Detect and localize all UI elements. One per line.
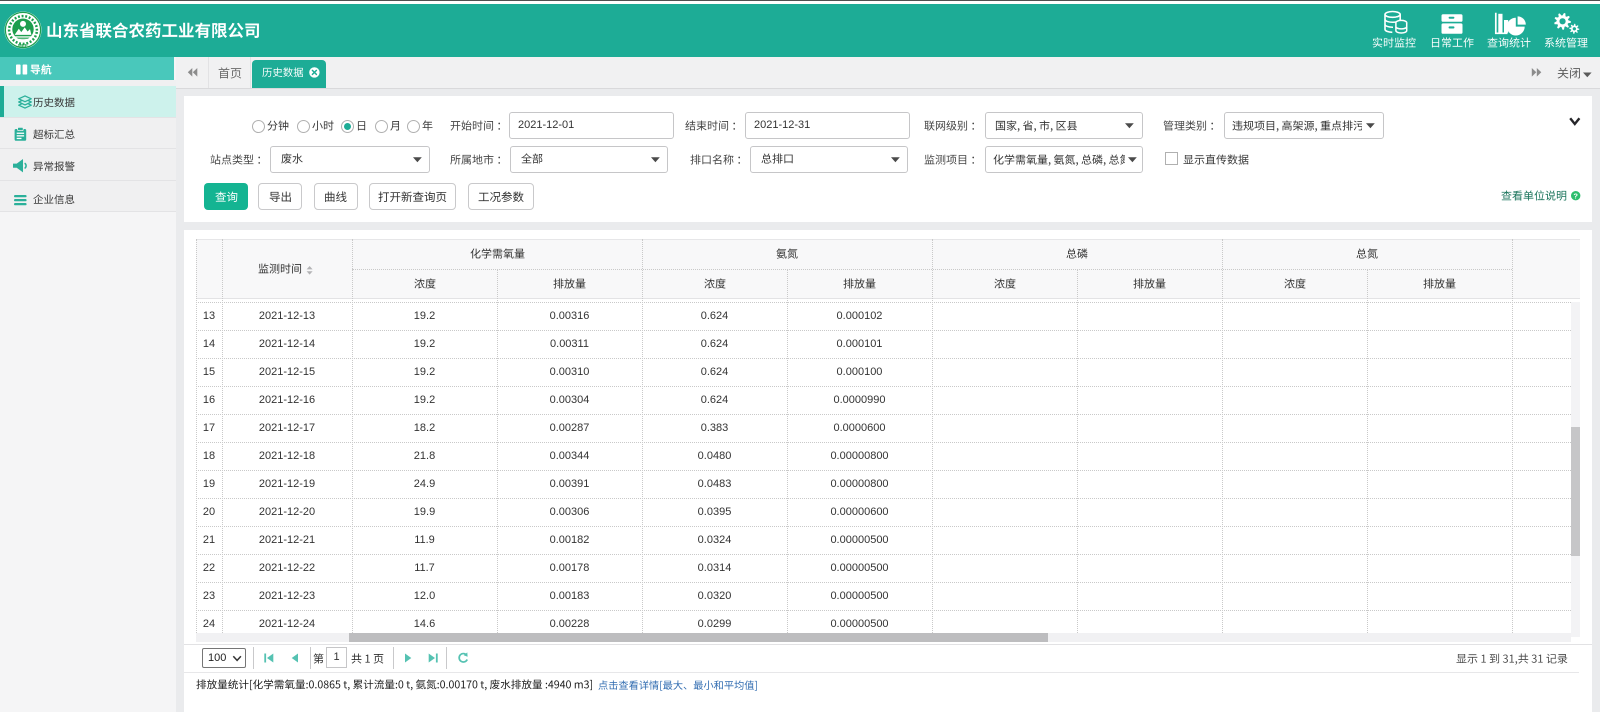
svg-text:MEE: MEE — [18, 43, 28, 48]
svg-text:?: ? — [1573, 191, 1578, 200]
